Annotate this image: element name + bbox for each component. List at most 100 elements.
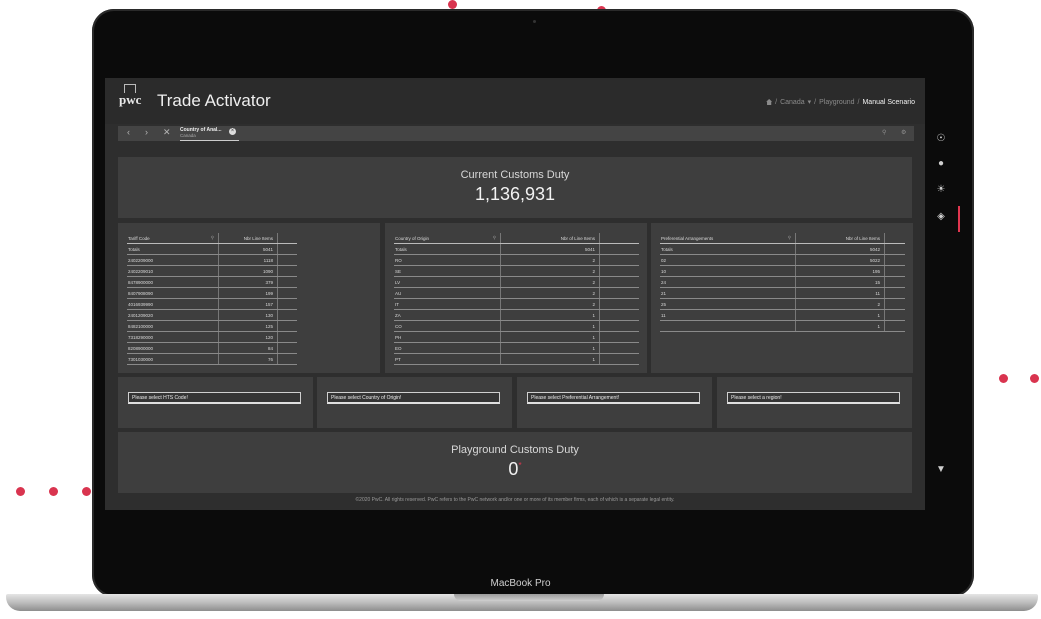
cell-value: 5041 <box>262 246 273 252</box>
table-row: 2402209010 1090 <box>127 266 297 277</box>
cell-key-text: 24 <box>661 279 667 285</box>
cell-value: 84 <box>267 345 273 351</box>
country-origin-select[interactable]: Please select Country of Origin! <box>327 392 500 404</box>
footer-text: ©2020 PwC. All rights reserved. PwC refe… <box>355 497 675 503</box>
table-row: SE 2 <box>394 266 639 277</box>
table-row: CO 1 <box>394 321 639 332</box>
tab-country-of-analysis[interactable]: Country of Anal... Canada × <box>180 126 239 141</box>
cell-key: SE <box>394 266 501 276</box>
cell-key-text: 8407908090 <box>128 290 154 296</box>
cell-key: 25 <box>660 299 796 309</box>
breadcrumb-sep: / <box>775 98 778 106</box>
cell-value: 1 <box>592 345 595 351</box>
cell-key <box>660 321 796 331</box>
cell-empty <box>599 343 639 353</box>
cell-value: 1 <box>877 312 880 318</box>
cell-value: 5042 <box>869 246 880 252</box>
search-icon[interactable]: ⚲ <box>493 235 496 241</box>
back-icon[interactable]: ‹ <box>127 127 130 137</box>
cell-key: IT <box>394 299 501 309</box>
cell-key: RO <box>394 255 501 265</box>
pwc-logo: pwc <box>119 92 142 107</box>
cell-key-text: Totals <box>395 246 407 252</box>
cell-empty <box>599 277 639 287</box>
region-select[interactable]: Please select a region! <box>727 392 900 404</box>
kpi-value: 1,136,931 <box>474 184 556 204</box>
cell-value: 5041 <box>584 246 595 252</box>
preferential-table: Preferential Arrangements ⚲ Nbr of Line It… <box>660 233 905 332</box>
cell-key-text: Tariff Code <box>128 235 150 241</box>
cell-key: Totals <box>660 244 796 254</box>
table-row: 8407908090 199 <box>127 288 297 299</box>
active-indicator <box>958 206 960 232</box>
cell-empty <box>884 321 905 331</box>
table-header: Tariff Code ⚲ Nbr Line Items <box>127 233 297 244</box>
app-screen: pwc Trade Activator / Canada ▾ / Playgro… <box>105 78 925 510</box>
cell-key: CO <box>394 321 501 331</box>
table-row: 21 11 <box>660 288 905 299</box>
cell-empty <box>599 321 639 331</box>
preferential-select-panel: Please select Preferential Arrangement! <box>517 377 712 428</box>
table-row: 11 1 <box>660 310 905 321</box>
cell-key-text: 8208900000 <box>128 345 154 351</box>
table-row: PH 1 <box>394 332 639 343</box>
cell-empty <box>599 332 639 342</box>
preferential-select[interactable]: Please select Preferential Arrangement! <box>527 392 700 404</box>
cell-value: 1118 <box>263 257 273 263</box>
decor-dot <box>448 0 457 9</box>
breadcrumb-item[interactable]: Canada <box>780 99 805 106</box>
filter-icon[interactable]: ▼ <box>935 464 947 475</box>
cell-empty <box>599 266 639 276</box>
cell-key-text: 02 <box>661 257 667 263</box>
decor-dot <box>999 374 1008 383</box>
decor-dot <box>82 487 91 496</box>
kpi-label: Current Customs Duty <box>460 169 570 181</box>
breadcrumb: / Canada ▾ / Playground / Manual Scenari… <box>766 98 915 106</box>
cell-empty <box>277 343 297 353</box>
cell-key: 21 <box>660 288 796 298</box>
close-icon[interactable]: ✕ <box>163 127 171 138</box>
forward-icon[interactable]: › <box>145 127 148 137</box>
cell-empty <box>884 277 905 287</box>
cell-key: 10 <box>660 266 796 276</box>
globe-icon[interactable]: ☉ <box>935 133 947 144</box>
search-icon[interactable]: ⚲ <box>788 235 791 241</box>
cell-value: 157 <box>265 301 273 307</box>
cube-icon[interactable]: ◈ <box>935 211 947 222</box>
home-icon[interactable] <box>766 99 773 105</box>
cell-value: Nbr Line Items <box>243 235 273 241</box>
device-label: MacBook Pro <box>490 578 551 589</box>
cell-value: 1 <box>592 356 595 362</box>
cell-key: 7318290000 <box>127 332 219 342</box>
table-row: 8208900000 84 <box>127 343 297 354</box>
cell-value: 15 <box>874 279 880 285</box>
cell-key: Preferential Arrangements ⚲ <box>660 233 796 243</box>
breadcrumb-item[interactable]: Playground <box>819 99 854 106</box>
gear-icon[interactable]: ⚙ <box>901 129 906 136</box>
hts-code-select[interactable]: Please select HTS Code! <box>128 392 301 404</box>
cell-empty <box>277 354 297 364</box>
cell-key: 2401209020 <box>127 310 219 320</box>
table-row: LV 2 <box>394 277 639 288</box>
table-row: 2402209000 1118 <box>127 255 297 266</box>
cell-key-text: 7301030000 <box>128 356 154 362</box>
cell-value: 1 <box>877 323 880 329</box>
sun-icon[interactable]: ☀ <box>935 184 947 195</box>
tab-close-icon[interactable]: × <box>229 128 236 135</box>
cell-value: 2 <box>592 257 595 263</box>
location-pin-icon[interactable]: ● <box>935 158 947 169</box>
search-icon[interactable]: ⚲ <box>211 235 214 241</box>
cell-empty <box>277 288 297 298</box>
tariff-code-panel: Tariff Code ⚲ Nbr Line Items Totals 5041 2402… <box>118 223 380 373</box>
cell-key: 4016939990 <box>127 299 219 309</box>
cell-value: 2 <box>592 279 595 285</box>
cell-key: PT <box>394 354 501 364</box>
cell-key-text: Totals <box>661 246 673 252</box>
cell-value: 2 <box>592 290 595 296</box>
cell-empty <box>599 233 639 243</box>
cell-key: PH <box>394 332 501 342</box>
cell-empty <box>277 255 297 265</box>
cell-key: 2402209010 <box>127 266 219 276</box>
search-icon[interactable]: ⚲ <box>882 129 886 136</box>
cell-value: 1090 <box>262 268 273 274</box>
